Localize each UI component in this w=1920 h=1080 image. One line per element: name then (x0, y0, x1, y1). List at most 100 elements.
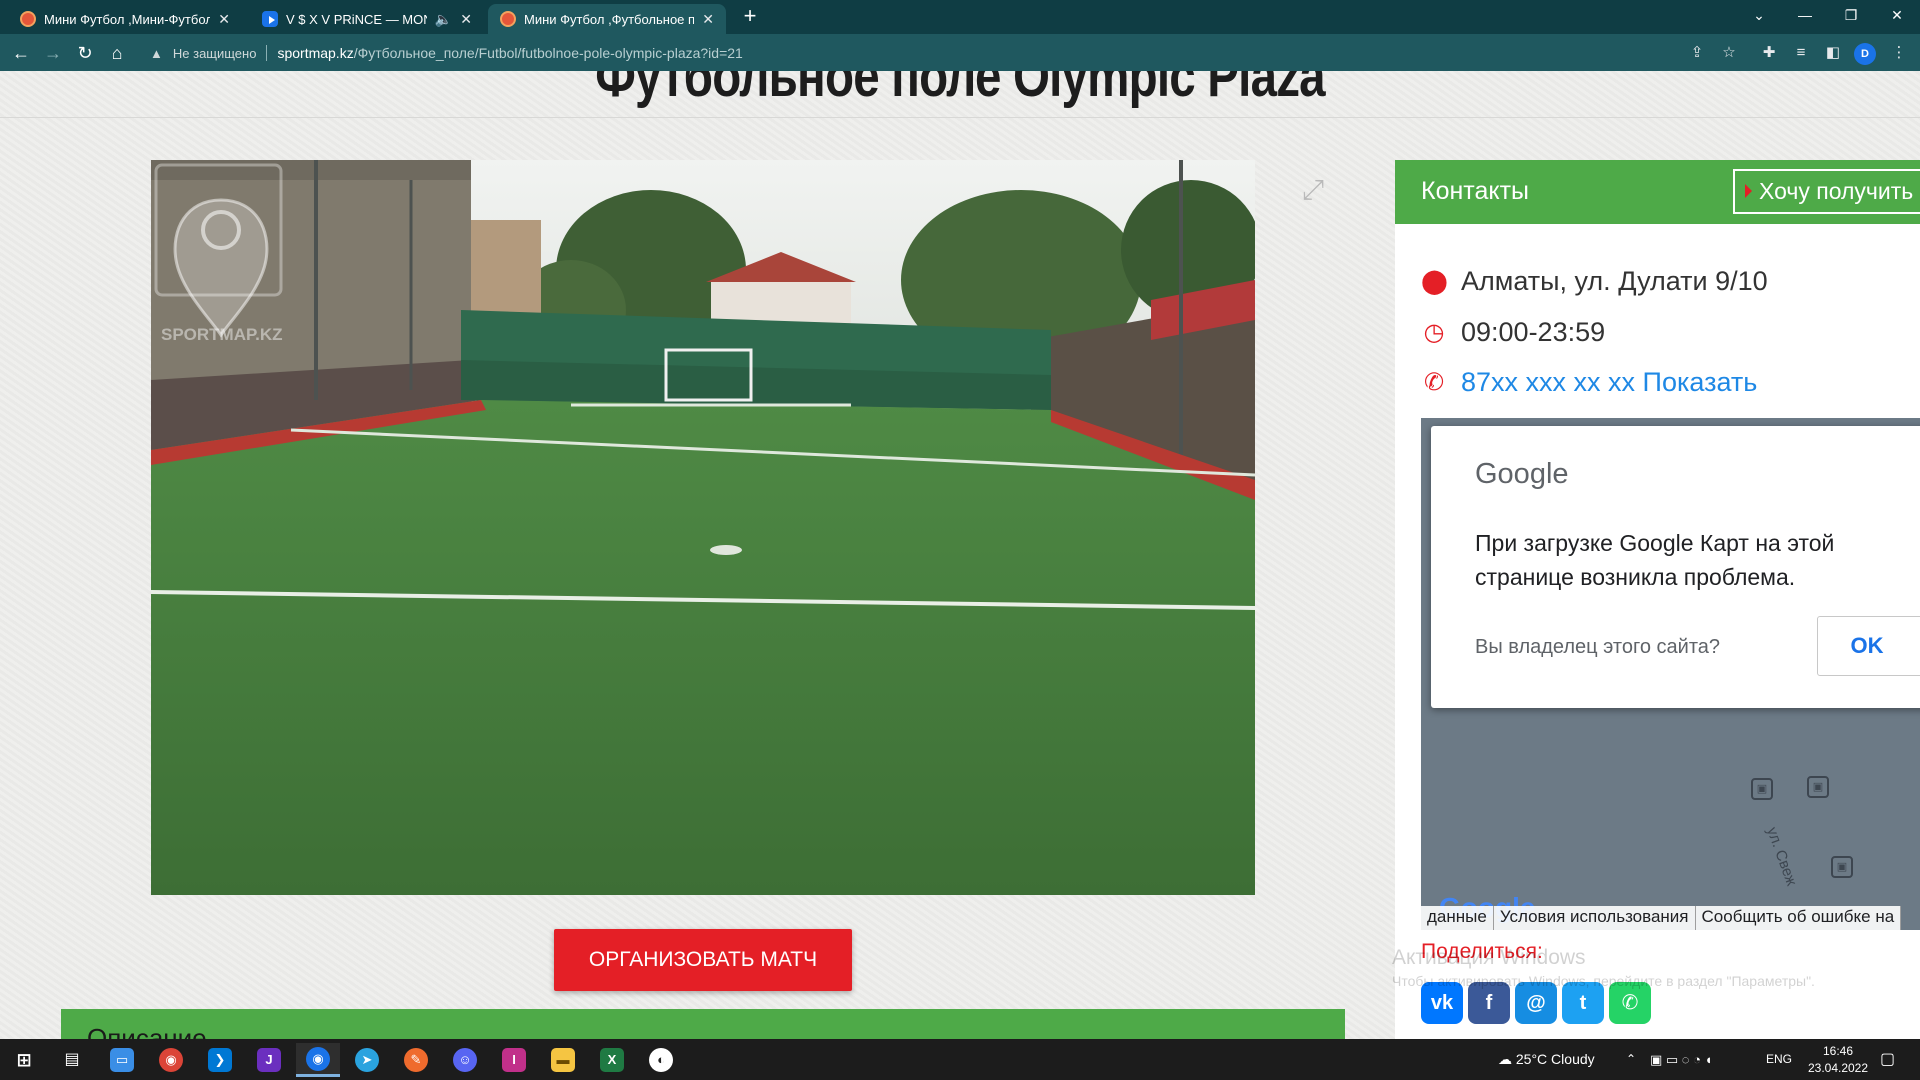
clock-date: 23.04.2022 (1807, 1061, 1869, 1075)
site-owner-question[interactable]: Вы владелец этого сайта? (1475, 636, 1720, 659)
language-indicator[interactable]: ENG (1766, 1039, 1792, 1080)
music-favicon-icon (262, 11, 278, 27)
football-field-image (151, 160, 1255, 895)
browser-tab-3-active[interactable]: Мини Футбол ,Футбольное пол ✕ (488, 4, 726, 34)
side-panel-icon[interactable]: ◧ (1822, 42, 1844, 64)
taskbar-app-discord[interactable]: ☺ (443, 1043, 487, 1077)
map-pin-icon: ⬤ (1421, 268, 1448, 295)
start-button[interactable]: ⊞ (2, 1043, 46, 1077)
fullscreen-expand-icon[interactable]: ⤢ (1298, 175, 1328, 205)
browser-tab-strip: Мини Футбол ,Мини-Футбольн ✕ V $ X V PRi… (0, 0, 1920, 34)
minimize-button[interactable]: — (1782, 0, 1828, 30)
forward-button[interactable]: → (40, 40, 66, 66)
windows-activation-hint: Чтобы активировать Windows, перейдите в … (1392, 973, 1815, 989)
phone-row: ✆ 87xx xxx xx xx Показать (1421, 367, 1757, 398)
tab-close-icon[interactable]: ✕ (702, 11, 714, 28)
description-heading: Описание (87, 1023, 207, 1039)
ide-icon: I (502, 1048, 526, 1072)
tab-search-button[interactable]: ⌄ (1736, 0, 1782, 30)
map-terms-link[interactable]: Условия использования (1493, 906, 1696, 930)
hours-row: ◷ 09:00-23:59 (1421, 317, 1606, 348)
profile-avatar[interactable]: D (1854, 43, 1876, 65)
vscode-icon: ❯ (208, 1048, 232, 1072)
bus-stop-icon[interactable]: ▣ (1751, 778, 1773, 800)
contacts-heading: Контакты (1421, 177, 1529, 205)
taskbar-app-postman[interactable]: ✎ (394, 1043, 438, 1077)
page-title: Футбольное поле Olympic Plaza (595, 71, 1325, 109)
browser-tab-2[interactable]: V $ X V PRiNCE — MONEY 🔈 ✕ (250, 4, 484, 34)
weather-text: 25°C Cloudy (1515, 1051, 1595, 1067)
browser-toolbar: ← → ↻ ⌂ ▲ Не защищено sportmap.kz/Футбол… (0, 34, 1920, 71)
google-logo: Google (1475, 458, 1569, 490)
phone-show-link[interactable]: 87xx xxx xx xx Показать (1461, 367, 1757, 398)
bookmark-star-icon[interactable]: ☆ (1718, 42, 1740, 64)
back-button[interactable]: ← (8, 40, 34, 66)
tab-close-icon[interactable]: ✕ (460, 11, 472, 28)
street-label: ул. Свеж (1763, 824, 1800, 889)
clock-time: 16:46 (1822, 1044, 1854, 1058)
web-page: Футбольное поле Olympic Plaza SPORTMAP.K… (0, 71, 1920, 1039)
map-report-link[interactable]: Сообщить об ошибке на (1695, 906, 1902, 930)
obs-icon: ◐ (649, 1048, 673, 1072)
taskbar-app-telegram[interactable]: ➤ (345, 1043, 389, 1077)
weather-widget[interactable]: ☁ 25°C Cloudy (1498, 1039, 1595, 1080)
restore-button[interactable]: ❐ (1828, 0, 1874, 30)
contacts-header: Контакты Хочу получить с (1395, 160, 1920, 224)
want-to-receive-button[interactable]: Хочу получить с (1733, 169, 1920, 214)
taskbar-app-excel[interactable]: X (590, 1043, 634, 1077)
browser-tab-1[interactable]: Мини Футбол ,Мини-Футбольн ✕ (8, 4, 242, 34)
not-secure-warning-icon[interactable]: ▲ (150, 46, 163, 61)
reload-button[interactable]: ↻ (72, 40, 98, 66)
windows-logo-icon: ⊞ (16, 1050, 32, 1070)
clock-icon: ◷ (1423, 319, 1445, 346)
bus-stop-icon[interactable]: ▣ (1807, 776, 1829, 798)
extensions-puzzle-icon[interactable]: ✚ (1758, 42, 1780, 64)
tab-audio-icon[interactable]: 🔈 (435, 11, 452, 28)
tab-title: V $ X V PRiNCE — MONEY (286, 11, 427, 27)
share-page-icon[interactable]: ⇪ (1686, 42, 1708, 64)
url-text[interactable]: sportmap.kz/Футбольное_поле/Futbol/futbo… (277, 45, 742, 61)
chrome-menu-icon[interactable]: ⋮ (1888, 42, 1910, 64)
task-view-button[interactable]: ▤ (50, 1043, 94, 1077)
task-view-icon: ▤ (64, 1051, 80, 1068)
taskbar-app-chrome-profile[interactable]: ◉ (296, 1043, 340, 1077)
organize-match-button[interactable]: ОРГАНИЗОВАТЬ МАТЧ (554, 929, 852, 991)
contacts-panel: Контакты Хочу получить с ⬤ Алматы, ул. Д… (1395, 160, 1920, 1039)
url-domain: sportmap.kz (277, 45, 354, 61)
description-header: Описание (61, 1009, 1345, 1039)
windows-activation-watermark: Активация Windows (1392, 946, 1586, 969)
taskbar-app-obs[interactable]: ◐ (639, 1043, 683, 1077)
taskbar-app-vscode[interactable]: ❯ (198, 1043, 242, 1077)
cloud-icon: ☁ (1498, 1051, 1516, 1067)
close-window-button[interactable]: ✕ (1874, 0, 1920, 30)
discord-icon: ☺ (453, 1048, 477, 1072)
taskbar-app-explorer[interactable]: ▬ (541, 1043, 585, 1077)
map-data-link[interactable]: данные (1421, 906, 1494, 930)
google-map[interactable]: ул. Свеж ▣ ▣ ▣ Google При загрузке Googl… (1421, 418, 1920, 930)
taskbar-app-jetbrains[interactable]: J (247, 1043, 291, 1077)
taskbar-app-settings[interactable]: ▭ (100, 1043, 144, 1077)
notifications-icon[interactable]: ▢ (1880, 1039, 1895, 1080)
field-photo[interactable]: SPORTMAP.KZ (151, 160, 1255, 895)
security-label[interactable]: Не защищено (173, 46, 257, 61)
hours-text: 09:00-23:59 (1461, 317, 1606, 347)
taskbar-app-ide[interactable]: I (492, 1043, 536, 1077)
maps-error-dialog: Google При загрузке Google Карт на этой … (1431, 426, 1920, 708)
monitor-app-icon: ▭ (110, 1048, 134, 1072)
address-row: ⬤ Алматы, ул. Дулати 9/10 (1421, 266, 1768, 297)
dialog-ok-button[interactable]: OK (1817, 616, 1920, 676)
new-tab-button[interactable]: + (736, 4, 764, 30)
home-button[interactable]: ⌂ (104, 40, 130, 66)
tray-status-icons[interactable]: ▣ ▭ ◌ ◔ ◖ (1650, 1039, 1712, 1080)
sportmap-favicon-icon (500, 11, 516, 27)
sportmap-favicon-icon (20, 11, 36, 27)
bus-stop-icon[interactable]: ▣ (1831, 856, 1853, 878)
address-bar[interactable]: ▲ Не защищено sportmap.kz/Футбольное_пол… (140, 38, 1750, 68)
tab-close-icon[interactable]: ✕ (218, 11, 230, 28)
jetbrains-icon: J (257, 1048, 281, 1072)
media-control-icon[interactable]: ≡ (1790, 42, 1812, 64)
system-clock[interactable]: 16:46 23.04.2022 (1806, 1043, 1870, 1077)
tray-chevron-icon[interactable]: ⌃ (1626, 1039, 1636, 1080)
folder-icon: ▬ (551, 1048, 575, 1072)
taskbar-app-chrome[interactable]: ◉ (149, 1043, 193, 1077)
